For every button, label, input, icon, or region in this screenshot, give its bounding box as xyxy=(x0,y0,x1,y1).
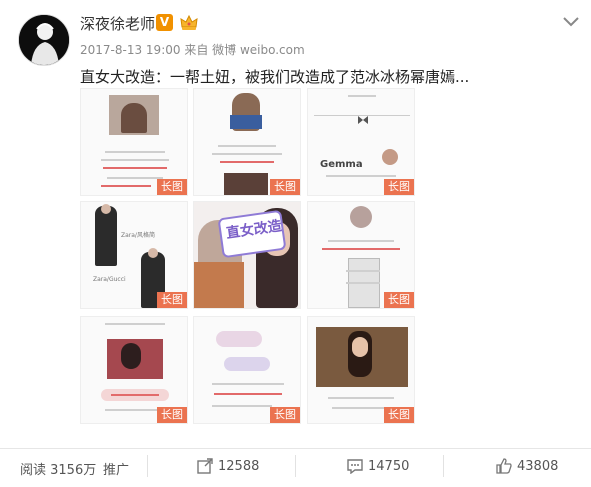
chevron-down-icon[interactable] xyxy=(563,12,579,27)
long-image-badge: 长图 xyxy=(384,407,414,423)
tile-caption-zara-1: Zara/风格简 xyxy=(121,232,155,239)
comment-count[interactable]: 14750 xyxy=(368,459,409,474)
footer-separator xyxy=(295,455,296,477)
tile-caption-zara-2: Zara/Gucci xyxy=(93,276,126,283)
image-tile-4[interactable]: Zara/风格简 Zara/Gucci 长图 xyxy=(80,201,188,309)
image-tile-7[interactable]: 长图 xyxy=(80,316,188,424)
footer-separator xyxy=(147,455,148,477)
footer-separator xyxy=(443,455,444,477)
image-tile-9[interactable]: 长图 xyxy=(307,316,415,424)
image-tile-5[interactable]: 直女改造 xyxy=(193,201,301,309)
long-image-badge: 长图 xyxy=(157,179,187,195)
footer-divider xyxy=(0,448,591,449)
post-meta: 2017-8-13 19:00 来自 微博 weibo.com xyxy=(80,43,305,57)
image-tile-1[interactable]: 长图 xyxy=(80,88,188,196)
author-avatar[interactable] xyxy=(18,14,70,66)
long-image-badge: 长图 xyxy=(157,292,187,308)
crown-icon xyxy=(179,13,199,33)
post-text: 直女大改造：一帮土妞，被我们改造成了范冰冰杨幂唐嫣... xyxy=(80,68,470,86)
long-image-badge: 长图 xyxy=(270,407,300,423)
author-name[interactable]: 深夜徐老师 xyxy=(80,13,155,34)
like-count[interactable]: 43808 xyxy=(517,459,558,474)
image-tile-6[interactable]: 长图 xyxy=(307,201,415,309)
read-count: 阅读 3156万 xyxy=(20,463,97,478)
image-tile-3[interactable]: Gemma 长图 xyxy=(307,88,415,196)
verified-badge: V xyxy=(156,14,173,31)
repost-count[interactable]: 12588 xyxy=(218,459,259,474)
long-image-badge: 长图 xyxy=(384,292,414,308)
bow-icon xyxy=(358,109,368,124)
comment-icon[interactable] xyxy=(347,459,363,478)
image-tile-2[interactable]: 长图 xyxy=(193,88,301,196)
long-image-badge: 长图 xyxy=(384,179,414,195)
image-tile-8[interactable]: 长图 xyxy=(193,316,301,424)
like-icon[interactable] xyxy=(496,458,512,478)
repost-icon[interactable] xyxy=(197,458,213,478)
long-image-badge: 长图 xyxy=(157,407,187,423)
tile-caption-gemma: Gemma xyxy=(320,159,363,170)
promote-button[interactable]: 推广 xyxy=(103,459,129,478)
long-image-badge: 长图 xyxy=(270,179,300,195)
